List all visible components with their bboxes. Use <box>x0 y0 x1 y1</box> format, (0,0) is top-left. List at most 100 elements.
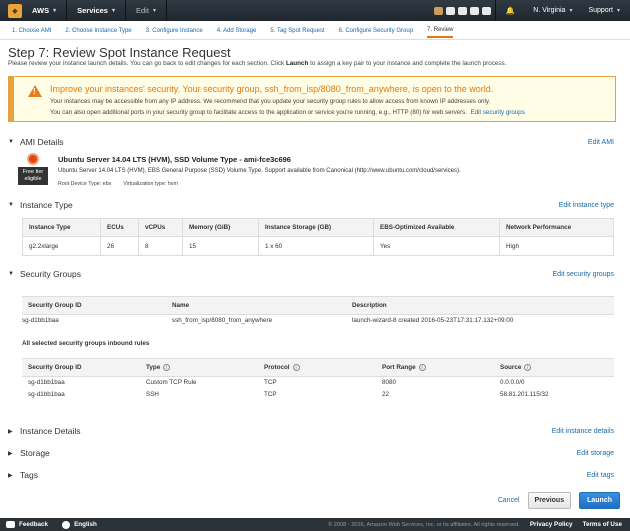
table-row: sg-d1bb1baa SSH TCP 22 58.81.201.115/32 <box>22 389 614 401</box>
region-selector[interactable]: N. Virginia ▾ <box>525 7 580 14</box>
column-header: Instance Storage (GB) <box>258 218 374 237</box>
edit-security-groups-link[interactable]: Edit security groups <box>553 271 614 278</box>
edit-menu[interactable]: Edit ▾ <box>126 0 167 21</box>
shortcut-icon[interactable] <box>445 6 455 15</box>
previous-button[interactable]: Previous <box>527 492 572 509</box>
language-selector[interactable]: English <box>62 520 97 529</box>
support-menu[interactable]: Support ▾ <box>580 7 630 14</box>
edit-ami-link[interactable]: Edit AMI <box>588 139 614 146</box>
aws-home-link[interactable]: AWS ▾ <box>22 0 68 21</box>
tab-choose-instance-type[interactable]: 2. Choose Instance Type <box>65 28 131 34</box>
warning-text: You can also open additional ports in yo… <box>50 109 525 116</box>
instance-type-table: Instance Type ECUs vCPUs Memory (GiB) In… <box>22 218 614 256</box>
chevron-down-icon: ▾ <box>53 8 57 14</box>
section-title: Storage <box>20 448 50 458</box>
table-cell: 15 <box>182 236 259 256</box>
table-cell: High <box>499 236 614 256</box>
table-cell: 8 <box>138 236 183 256</box>
info-icon[interactable]: i <box>524 364 532 371</box>
ami-description: Ubuntu Server 14.04 LTS (HVM), EBS Gener… <box>58 168 461 174</box>
table-cell: SSH <box>146 391 159 398</box>
instance-type-toggle[interactable]: ▼ Instance Type <box>8 200 73 210</box>
page-subtitle: Please review your instance launch detai… <box>8 60 506 67</box>
ami-details-section: ▼ AMI Details Edit AMI <box>8 136 614 148</box>
copyright-text: © 2008 - 2016, Amazon Web Services, Inc.… <box>328 521 520 528</box>
virtualization-type: Virtualization type: hvm <box>123 181 178 187</box>
root-device-type: Root Device Type: ebs <box>58 181 112 187</box>
subtitle-text: Please review your instance launch detai… <box>8 60 286 67</box>
tab-configure-security-group[interactable]: 6. Configure Security Group <box>339 28 413 34</box>
instance-type-section: ▼ Instance Type Edit instance type <box>8 199 614 211</box>
privacy-policy-link[interactable]: Privacy Policy <box>530 521 573 528</box>
column-header: Security Group ID <box>22 296 166 315</box>
table-cell: sg-d1bb1baa <box>28 391 65 398</box>
column-header: ECUs <box>100 218 139 237</box>
table-cell: g2.2xlarge <box>22 236 101 256</box>
table-row: g2.2xlarge 26 8 15 1 x 60 Yes High <box>22 236 614 256</box>
tab-review[interactable]: 7. Review <box>427 27 454 38</box>
inbound-rules-label: All selected security groups inbound rul… <box>22 340 150 347</box>
subtitle-bold: Launch <box>285 60 309 67</box>
edit-security-groups-link[interactable]: Edit security groups <box>470 109 524 116</box>
cancel-button[interactable]: Cancel <box>498 497 520 504</box>
info-icon[interactable]: i <box>163 364 171 371</box>
table-cell: 26 <box>100 236 139 256</box>
warning-icon: ! <box>28 85 42 97</box>
tab-add-storage[interactable]: 4. Add Storage <box>217 28 257 34</box>
column-header: Name <box>166 296 346 315</box>
edit-storage-link[interactable]: Edit storage <box>577 450 614 457</box>
caret-down-icon: ▼ <box>8 202 14 208</box>
table-row: sg-d1bb1baa ssh_from_isp/8080_from_anywh… <box>22 315 614 327</box>
feedback-button[interactable]: Feedback <box>6 521 48 528</box>
chevron-down-icon: ▾ <box>152 8 156 14</box>
table-cell: sg-d1bb1baa <box>22 317 59 325</box>
aws-cube-icon[interactable]: ◆ <box>8 3 22 18</box>
bell-icon[interactable]: 🔔 <box>494 0 525 21</box>
shortcut-icon[interactable] <box>481 6 491 15</box>
section-title: Instance Details <box>20 426 81 436</box>
launch-button[interactable]: Launch <box>579 492 620 509</box>
tab-tag-spot-request[interactable]: 5. Tag Spot Request <box>270 28 324 34</box>
table-cell: TCP <box>264 391 277 398</box>
info-icon[interactable]: i <box>418 364 426 371</box>
services-label: Services <box>77 6 108 15</box>
ubuntu-icon <box>27 153 39 165</box>
edit-instance-details-link[interactable]: Edit instance details <box>552 428 614 435</box>
tags-toggle[interactable]: ▶ Tags <box>8 470 38 480</box>
terms-of-use-link[interactable]: Terms of Use <box>583 521 622 528</box>
security-groups-toggle[interactable]: ▼ Security Groups <box>8 269 81 279</box>
table-cell: 0.0.0.0/0 <box>500 379 525 387</box>
security-groups-section: ▼ Security Groups Edit security groups <box>8 268 614 280</box>
column-header: Security Group ID <box>22 358 140 377</box>
table-row: sg-d1bb1baa Custom TCP Rule TCP 8080 0.0… <box>22 377 614 389</box>
info-icon[interactable]: i <box>292 364 300 371</box>
caret-right-icon: ▶ <box>8 450 13 457</box>
shortcut-icon[interactable] <box>469 6 479 15</box>
column-header-label: Type <box>146 364 161 371</box>
table-cell: 22 <box>382 391 390 398</box>
security-groups-table: Security Group ID Name Description sg-d1… <box>22 296 614 327</box>
column-header: Source i <box>494 358 614 377</box>
column-header: Memory (GiB) <box>182 218 259 237</box>
instance-details-toggle[interactable]: ▶ Instance Details <box>8 426 80 436</box>
toolbar-icons <box>433 6 491 15</box>
edit-instance-type-link[interactable]: Edit instance type <box>559 202 614 209</box>
storage-section: ▶ Storage Edit storage <box>8 447 614 459</box>
speech-bubble-icon <box>6 521 15 528</box>
tags-section: ▶ Tags Edit tags <box>8 469 614 481</box>
storage-toggle[interactable]: ▶ Storage <box>8 448 50 458</box>
inbound-rules-table: Security Group ID Type i Protocol i Port R… <box>22 358 614 401</box>
chevron-down-icon: ▾ <box>616 8 620 14</box>
ami-name: Ubuntu Server 14.04 LTS (HVM), SSD Volum… <box>58 155 291 164</box>
tab-choose-ami[interactable]: 1. Choose AMI <box>12 28 51 34</box>
ami-details-toggle[interactable]: ▼ AMI Details <box>8 137 63 147</box>
services-menu[interactable]: Services ▾ <box>67 0 126 21</box>
shortcut-icon[interactable] <box>433 6 443 15</box>
tab-configure-instance[interactable]: 3. Configure Instance <box>146 28 203 34</box>
edit-tags-link[interactable]: Edit tags <box>587 472 614 479</box>
globe-icon <box>62 520 71 529</box>
table-cell: 8080 <box>382 379 397 387</box>
chevron-down-icon: ▾ <box>569 8 573 14</box>
shortcut-icon[interactable] <box>457 6 467 15</box>
column-header: Type i <box>140 358 258 377</box>
